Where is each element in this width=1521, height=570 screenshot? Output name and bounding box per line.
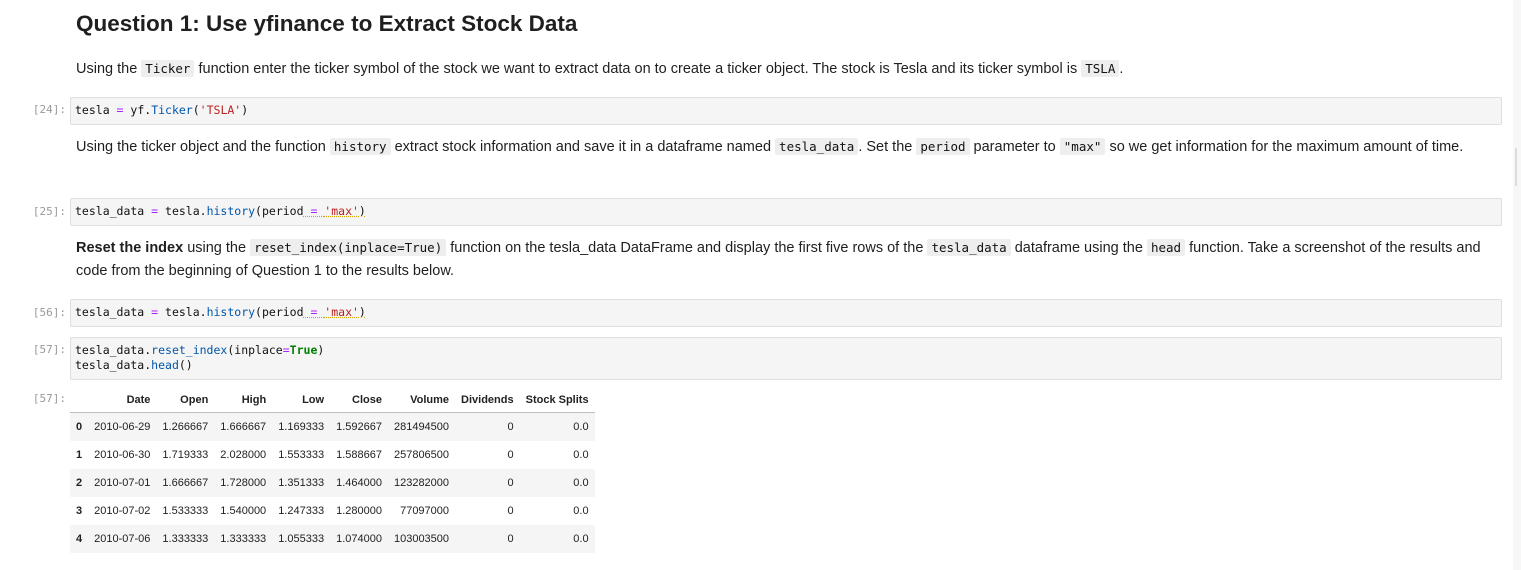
table-cell: 2010-06-30 (94, 449, 151, 461)
table-cell: 1.055333 (278, 533, 325, 545)
column-header: Volume (387, 388, 456, 413)
column-header: Stock Splits (519, 388, 595, 413)
cell-prompt-57: [57]: (32, 343, 66, 356)
column-header (70, 388, 89, 413)
right-scrollbar[interactable] (1513, 0, 1521, 570)
column-header: High (214, 388, 273, 413)
table-cell: 1.074000 (336, 533, 382, 545)
table-cell: 1.553333 (278, 449, 325, 461)
table-cell: 1.333333 (220, 533, 267, 545)
column-header: Low (272, 388, 331, 413)
table-cell: 0 (507, 421, 514, 433)
table-cell: 1.728000 (220, 477, 267, 489)
table-cell: 1.266667 (162, 421, 209, 433)
table-cell: 0.0 (573, 533, 589, 545)
table-row: 0 2010-06-29 1.266667 1.666667 1.169333 … (70, 412, 595, 441)
code-cell-25[interactable]: tesla_data = tesla.history(period = 'max… (70, 198, 1502, 226)
code-cell-56[interactable]: tesla_data = tesla.history(period = 'max… (70, 299, 1502, 327)
row-index: 1 (76, 449, 83, 461)
cell-prompt-25: [25]: (32, 205, 66, 218)
markdown-history-instructions: Using the ticker object and the function… (76, 138, 1464, 155)
table-cell: 1.592667 (336, 421, 382, 433)
table-cell: 0 (507, 449, 514, 461)
table-cell: 1.280000 (336, 505, 382, 517)
table-cell: 123282000 (393, 477, 450, 489)
code-cell-57[interactable]: tesla_data.reset_index(inplace=True) tes… (70, 337, 1502, 380)
scrollbar-thumb[interactable] (1515, 148, 1517, 186)
table-cell: 2010-07-01 (94, 477, 151, 489)
column-header: Close (330, 388, 388, 413)
table-header-row: Date Open High Low Close Volume Dividend… (70, 388, 595, 413)
table-cell: 257806500 (393, 449, 450, 461)
table-cell: 1.588667 (336, 449, 382, 461)
table-row: 1 2010-06-30 1.719333 2.028000 1.553333 … (70, 441, 595, 469)
table-cell: 1.533333 (162, 505, 209, 517)
table-cell: 0 (507, 477, 514, 489)
table-cell: 1.333333 (162, 533, 209, 545)
question-heading: Question 1: Use yfinance to Extract Stoc… (76, 11, 578, 36)
row-index: 0 (76, 421, 83, 433)
table-cell: 0 (507, 505, 514, 517)
table-cell: 2010-06-29 (94, 421, 151, 433)
table-cell: 2.028000 (220, 449, 267, 461)
row-index: 3 (76, 505, 83, 517)
table-cell: 0.0 (573, 421, 589, 433)
markdown-reset-index-instructions: Reset the index using the reset_index(in… (76, 239, 1481, 279)
table-cell: 1.351333 (278, 477, 325, 489)
table-cell: 1.540000 (220, 505, 267, 517)
table-cell: 1.719333 (162, 449, 209, 461)
row-index: 4 (76, 533, 83, 545)
row-index: 2 (76, 477, 83, 489)
table-row: 4 2010-07-06 1.333333 1.333333 1.055333 … (70, 525, 595, 553)
markdown-ticker-instructions: Using the Ticker function enter the tick… (76, 60, 1124, 77)
table-cell: 0.0 (573, 449, 589, 461)
cell-prompt-24: [24]: (32, 103, 66, 116)
table-cell: 1.247333 (278, 505, 325, 517)
table-cell: 0.0 (573, 477, 589, 489)
table-row: 3 2010-07-02 1.533333 1.540000 1.247333 … (70, 497, 595, 525)
column-header: Dividends (455, 388, 520, 413)
cell-prompt-56: [56]: (32, 306, 66, 319)
table-cell: 2010-07-06 (94, 533, 151, 545)
output-prompt-57: [57]: (32, 392, 66, 405)
table-cell: 281494500 (393, 421, 450, 433)
table-cell: 2010-07-02 (94, 505, 151, 517)
table-cell: 0.0 (573, 505, 589, 517)
table-cell: 1.666667 (162, 477, 209, 489)
table-cell: 1.666667 (220, 421, 267, 433)
table-cell: 1.464000 (336, 477, 382, 489)
table-row: 2 2010-07-01 1.666667 1.728000 1.351333 … (70, 469, 595, 497)
column-header: Open (156, 388, 215, 413)
column-header: Date (88, 388, 157, 413)
code-cell-24[interactable]: tesla = yf.Ticker('TSLA') (70, 97, 1502, 125)
table-cell: 103003500 (393, 533, 450, 545)
table-cell: 1.169333 (278, 421, 325, 433)
table-cell: 77097000 (400, 505, 450, 517)
table-cell: 0 (507, 533, 514, 545)
dataframe-output-table: Date Open High Low Close Volume Dividend… (70, 388, 595, 553)
